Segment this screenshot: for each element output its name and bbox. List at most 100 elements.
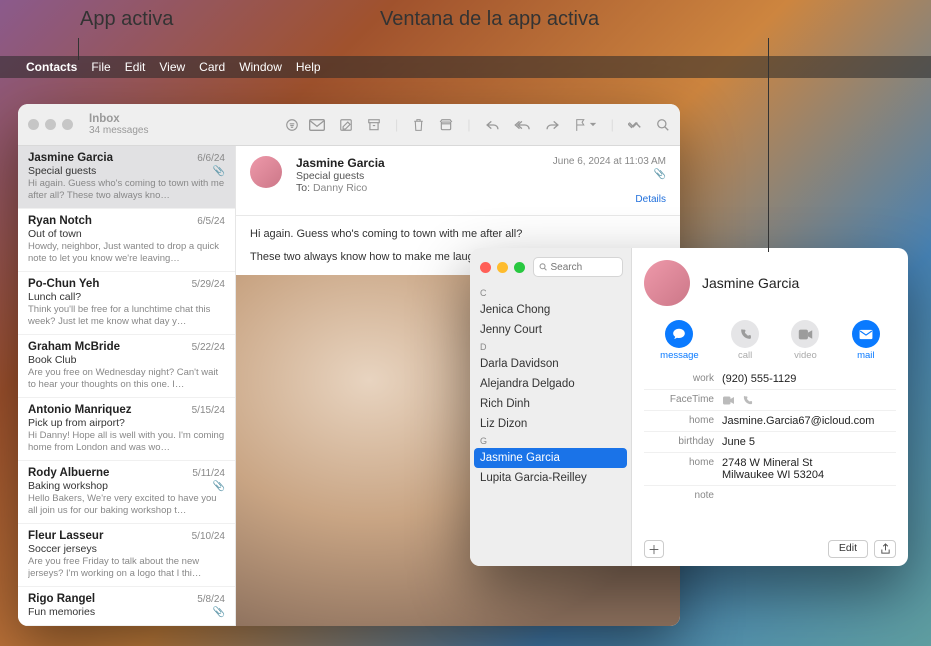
section-header: G bbox=[470, 434, 631, 448]
contact-row[interactable]: Alejandra Delgado bbox=[470, 374, 631, 394]
field-value-address[interactable]: 2748 W Mineral St Milwaukee WI 53204 bbox=[722, 457, 896, 481]
mail-list-item[interactable]: Fleur Lasseur5/10/24 Soccer jerseys Are … bbox=[18, 524, 235, 587]
facetime-buttons[interactable] bbox=[722, 394, 896, 406]
search-input[interactable] bbox=[551, 262, 617, 273]
menu-help[interactable]: Help bbox=[296, 60, 321, 74]
mail-button[interactable]: mail bbox=[852, 320, 880, 361]
section-header: C bbox=[470, 286, 631, 300]
mail-message-header: Jasmine Garcia Special guests To: Danny … bbox=[236, 146, 680, 216]
compose-icon[interactable] bbox=[339, 118, 353, 132]
menu-window[interactable]: Window bbox=[239, 60, 282, 74]
section-header: D bbox=[470, 340, 631, 354]
field-label-facetime: FaceTime bbox=[644, 394, 714, 406]
reply-icon[interactable] bbox=[485, 119, 500, 131]
callout-line-1 bbox=[78, 38, 79, 60]
field-label-birthday: birthday bbox=[644, 436, 714, 448]
junk-icon[interactable] bbox=[439, 118, 453, 132]
edit-button[interactable]: Edit bbox=[828, 540, 868, 558]
msg-recipient: Danny Rico bbox=[313, 182, 367, 194]
add-button[interactable]: ＋ bbox=[644, 540, 664, 558]
contacts-traffic-lights[interactable] bbox=[480, 262, 525, 273]
field-value-email[interactable]: Jasmine.Garcia67@icloud.com bbox=[722, 415, 896, 427]
mail-list-item[interactable]: Graham McBride5/22/24 Book Club Are you … bbox=[18, 335, 235, 398]
contacts-sidebar: C Jenica Chong Jenny Court D Darla David… bbox=[470, 248, 632, 566]
video-button[interactable]: video bbox=[791, 320, 819, 361]
forward-icon[interactable] bbox=[545, 119, 560, 131]
contacts-titlebar bbox=[470, 248, 631, 286]
mail-list-item[interactable]: Antonio Manriquez5/15/24 Pick up from ai… bbox=[18, 398, 235, 461]
contact-row[interactable]: Rich Dinh bbox=[470, 394, 631, 414]
mail-list-item[interactable]: Rigo Rangel5/8/24 Fun memories📎 bbox=[18, 587, 235, 626]
attachment-icon: 📎 bbox=[213, 481, 225, 492]
mail-message-count: 34 messages bbox=[89, 125, 148, 136]
contact-row[interactable]: Darla Davidson bbox=[470, 354, 631, 374]
mail-window-title: Inbox 34 messages bbox=[89, 113, 148, 137]
fullscreen-icon[interactable] bbox=[514, 262, 525, 273]
menu-edit[interactable]: Edit bbox=[125, 60, 146, 74]
message-button[interactable]: message bbox=[660, 320, 699, 361]
contacts-window: C Jenica Chong Jenny Court D Darla David… bbox=[470, 248, 908, 566]
contact-name: Jasmine Garcia bbox=[702, 275, 799, 291]
field-value-birthday: June 5 bbox=[722, 436, 896, 448]
contact-row-selected[interactable]: Jasmine Garcia bbox=[474, 448, 627, 468]
menu-app-name[interactable]: Contacts bbox=[26, 60, 77, 74]
details-button[interactable]: Details bbox=[553, 194, 666, 205]
attachment-icon: 📎 bbox=[213, 607, 225, 618]
share-button[interactable] bbox=[874, 540, 896, 558]
contact-card: Jasmine Garcia message call video mail w… bbox=[632, 248, 908, 566]
envelope-icon[interactable] bbox=[309, 119, 325, 131]
flag-icon[interactable] bbox=[574, 118, 597, 132]
msg-subject: Special guests bbox=[296, 170, 543, 182]
attachment-icon: 📎 bbox=[213, 166, 225, 177]
mail-list-item[interactable]: Ryan Notch6/5/24 Out of town Howdy, neig… bbox=[18, 209, 235, 272]
contact-action-row: message call video mail bbox=[644, 320, 896, 361]
mail-list-item[interactable]: Rody Albuerne5/11/24 Baking workshop📎 He… bbox=[18, 461, 235, 524]
help-callouts: App activa Ventana de la app activa bbox=[0, 0, 931, 56]
mail-toolbar-actions: | | | bbox=[309, 117, 670, 132]
msg-timestamp: June 6, 2024 at 11:03 AM bbox=[553, 156, 666, 167]
field-label-address: home bbox=[644, 457, 714, 481]
filter-icon[interactable] bbox=[285, 118, 299, 132]
contacts-search[interactable] bbox=[533, 257, 623, 277]
minimize-icon[interactable] bbox=[497, 262, 508, 273]
field-value-note[interactable] bbox=[722, 490, 896, 501]
menu-card[interactable]: Card bbox=[199, 60, 225, 74]
mail-toolbar: Inbox 34 messages | | | bbox=[18, 104, 680, 146]
archive-icon[interactable] bbox=[367, 118, 381, 132]
callout-active-window: Ventana de la app activa bbox=[380, 8, 599, 31]
reply-all-icon[interactable] bbox=[514, 119, 531, 131]
attachment-icon: 📎 bbox=[654, 169, 666, 180]
close-icon[interactable] bbox=[28, 119, 39, 130]
trash-icon[interactable] bbox=[412, 118, 425, 132]
sender-avatar[interactable] bbox=[250, 156, 282, 188]
more-icon[interactable] bbox=[628, 121, 642, 129]
contact-fields: work (920) 555-1129 FaceTime home Jasmine.… bbox=[644, 369, 896, 534]
contact-avatar[interactable] bbox=[644, 260, 690, 306]
contact-row[interactable]: Liz Dizon bbox=[470, 414, 631, 434]
mail-message-list[interactable]: Jasmine Garcia6/6/24 Special guests📎 Hi … bbox=[18, 146, 236, 626]
minimize-icon[interactable] bbox=[45, 119, 56, 130]
fullscreen-icon[interactable] bbox=[62, 119, 73, 130]
close-icon[interactable] bbox=[480, 262, 491, 273]
msg-sender-name: Jasmine Garcia bbox=[296, 156, 543, 170]
contact-card-footer: ＋ Edit bbox=[644, 534, 896, 558]
contact-row[interactable]: Jenica Chong bbox=[470, 300, 631, 320]
field-value-phone[interactable]: (920) 555-1129 bbox=[722, 373, 896, 385]
contact-row[interactable]: Jenny Court bbox=[470, 320, 631, 340]
call-button[interactable]: call bbox=[731, 320, 759, 361]
contact-list[interactable]: C Jenica Chong Jenny Court D Darla David… bbox=[470, 286, 631, 566]
field-label-note: note bbox=[644, 490, 714, 501]
callout-active-app: App activa bbox=[80, 8, 173, 31]
search-icon[interactable] bbox=[656, 118, 670, 132]
search-icon bbox=[539, 262, 548, 272]
field-label-email: home bbox=[644, 415, 714, 427]
field-label-work: work bbox=[644, 373, 714, 385]
mail-list-item[interactable]: Po-Chun Yeh5/29/24 Lunch call? Think you… bbox=[18, 272, 235, 335]
contact-row[interactable]: Lupita Garcia-Reilley bbox=[470, 468, 631, 488]
menu-bar: Contacts File Edit View Card Window Help bbox=[0, 56, 931, 78]
mail-traffic-lights[interactable] bbox=[28, 119, 73, 130]
menu-file[interactable]: File bbox=[91, 60, 110, 74]
mail-inbox-label: Inbox bbox=[89, 113, 148, 126]
menu-view[interactable]: View bbox=[159, 60, 185, 74]
mail-list-item[interactable]: Jasmine Garcia6/6/24 Special guests📎 Hi … bbox=[18, 146, 235, 209]
